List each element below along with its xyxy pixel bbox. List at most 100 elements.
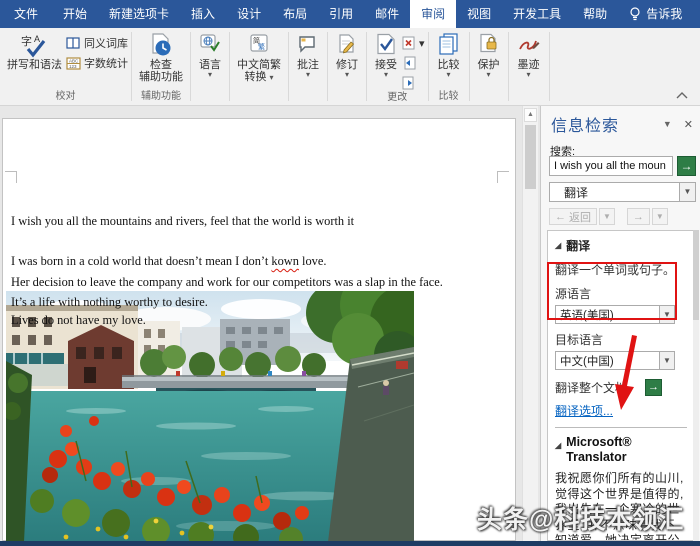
search-input[interactable] [549, 156, 673, 176]
source-language-select[interactable]: 英语(美国) ▼ [555, 305, 675, 324]
target-language-value: 中文(中国) [560, 355, 614, 368]
share-button[interactable]: 共享 [693, 0, 700, 28]
collapse-triangle-icon: ◢ [555, 441, 562, 450]
misspelled-word: kown [271, 254, 299, 268]
spelling-grammar-button[interactable]: 字A 拼写和语法 [3, 30, 66, 71]
back-dropdown[interactable]: ▼ [599, 208, 615, 225]
dropdown-arrow-icon: ▾ [383, 70, 388, 79]
word-count-button[interactable]: ABC 123 字数统计 [66, 54, 128, 72]
next-change-button[interactable] [402, 74, 425, 92]
tab-developer[interactable]: 开发工具 [502, 0, 572, 28]
compare-icon [436, 33, 462, 59]
thesaurus-label: 同义词库 [84, 38, 128, 50]
translate-document-button[interactable]: → [645, 379, 663, 396]
tab-mailings[interactable]: 邮件 [364, 0, 410, 28]
pane-close-icon[interactable]: ✕ [684, 118, 693, 131]
reject-button[interactable]: ▾ [402, 34, 425, 52]
language-button[interactable]: 语言 ▾ [194, 30, 226, 79]
pane-options-dropdown-icon[interactable]: ▼ [663, 119, 672, 129]
dropdown-arrow-icon: ▾ [486, 70, 491, 79]
thesaurus-button[interactable]: 同义词库 [66, 34, 128, 52]
group-ink: 墨迹 ▾ [509, 28, 549, 105]
chinese-conversion-label1: 中文简繁 [237, 59, 281, 71]
dropdown-arrow-icon: ▾ [207, 70, 212, 79]
tab-file[interactable]: 文件 [0, 0, 52, 28]
document-line-5[interactable]: Lives do not have my love. [11, 313, 146, 328]
start-search-button[interactable]: → [677, 156, 696, 176]
group-accessibility: 检查 辅助功能 辅助功能 [132, 28, 190, 105]
document-line-4[interactable]: It’s a life with nothing worthy to desir… [11, 295, 208, 310]
tab-new-custom-tab[interactable]: 新建选项卡 [98, 0, 180, 28]
target-language-select[interactable]: 中文(中国) ▼ [555, 351, 675, 370]
group-comments: 批注 ▾ [289, 28, 327, 105]
previous-change-button[interactable] [402, 54, 425, 72]
tab-insert[interactable]: 插入 [180, 0, 226, 28]
forward-button[interactable]: → [626, 208, 650, 225]
chevron-down-icon[interactable]: ▼ [679, 183, 695, 201]
translation-section-title: 翻译 [566, 239, 591, 253]
review-ribbon: 字A 拼写和语法 同义词库 ABC 123 字数统计 校对 检查 辅助功能 辅助… [0, 28, 700, 106]
tab-view[interactable]: 视图 [456, 0, 502, 28]
translation-section-header[interactable]: ◢ 翻译 [555, 237, 687, 254]
track-changes-button[interactable]: 修订 ▾ [331, 30, 363, 79]
thesaurus-icon [66, 36, 81, 50]
document-area: I wish you all the mountains and rivers,… [0, 106, 518, 541]
group-label-proofing: 校对 [55, 91, 76, 102]
back-label: 返回 [569, 211, 591, 224]
track-changes-icon [335, 33, 359, 59]
back-button[interactable]: ← 返回 [549, 208, 597, 225]
target-language-label: 目标语言 [555, 333, 604, 347]
status-bar [0, 541, 700, 546]
tab-review[interactable]: 审阅 [410, 0, 457, 28]
research-pane: 信息检索 ▼ ✕ 搜索: → 翻译 ▼ ← 返回 ▼ → [540, 106, 700, 541]
ink-button[interactable]: 墨迹 ▾ [512, 30, 546, 79]
pane-scrollbar[interactable] [693, 230, 699, 541]
group-language: 语言 ▾ [191, 28, 229, 105]
group-chinese-conversion: 简繁 中文简繁 转换 ▾ [230, 28, 288, 105]
dropdown-arrow-icon: ▾ [344, 70, 349, 79]
tab-references[interactable]: 引用 [318, 0, 364, 28]
accept-button[interactable]: 接受 ▾ [370, 30, 402, 79]
collapse-ribbon-button[interactable] [676, 92, 688, 99]
document-page[interactable]: I wish you all the mountains and rivers,… [2, 118, 516, 541]
protect-button[interactable]: 保护 ▾ [473, 30, 505, 79]
comments-button[interactable]: 批注 ▾ [292, 30, 324, 79]
tab-tell-me[interactable]: 告诉我 [618, 0, 693, 28]
tab-help[interactable]: 帮助 [572, 0, 618, 28]
translation-options-link[interactable]: 翻译选项... [555, 402, 687, 419]
chevron-down-icon[interactable]: ▼ [659, 306, 674, 323]
dropdown-arrow-icon: ▾ [446, 70, 451, 79]
svg-text:ABC: ABC [69, 58, 79, 63]
check-accessibility-button[interactable]: 检查 辅助功能 [135, 30, 187, 83]
research-results: ◢ 翻译 翻译一个单词或句子。 源语言 英语(美国) ▼ 目标语言 中文(中国)… [547, 230, 695, 541]
reference-category-combobox[interactable]: 翻译 ▼ [549, 182, 696, 202]
document-line-3[interactable]: Her decision to leave the company and wo… [11, 275, 443, 290]
document-scrollbar[interactable]: ▲ [522, 106, 538, 541]
spelling-grammar-label: 拼写和语法 [7, 59, 62, 71]
translator-section-header[interactable]: ◢ Microsoft® Translator [555, 435, 687, 465]
previous-change-icon [402, 56, 416, 70]
check-accessibility-label2: 辅助功能 [139, 71, 183, 83]
group-proofing: 字A 拼写和语法 同义词库 ABC 123 字数统计 校对 [0, 28, 131, 105]
river-city-photo[interactable] [6, 291, 414, 541]
document-line-2[interactable]: I was born in a cold world that doesn’t … [11, 254, 326, 269]
translation-description: 翻译一个单词或句子。 [555, 263, 676, 277]
scrollbar-thumb[interactable] [525, 125, 536, 189]
compare-button[interactable]: 比较 ▾ [432, 30, 466, 79]
divider [555, 427, 687, 428]
tab-design[interactable]: 设计 [226, 0, 272, 28]
tell-me-label: 告诉我 [646, 7, 683, 21]
check-accessibility-icon [149, 33, 173, 59]
scrollbar-up-arrow[interactable]: ▲ [524, 108, 537, 122]
forward-dropdown[interactable]: ▼ [651, 208, 668, 225]
svg-text:繁: 繁 [258, 42, 265, 51]
document-line-1[interactable]: I wish you all the mountains and rivers,… [11, 214, 354, 229]
language-globe-icon [198, 33, 222, 59]
chinese-conversion-icon: 简繁 [247, 33, 271, 59]
accept-icon [374, 33, 398, 59]
tab-home[interactable]: 开始 [52, 0, 98, 28]
chinese-conversion-button[interactable]: 简繁 中文简繁 转换 ▾ [233, 30, 285, 83]
svg-text:A: A [34, 34, 40, 44]
tab-layout[interactable]: 布局 [272, 0, 318, 28]
chevron-down-icon[interactable]: ▼ [659, 352, 674, 369]
